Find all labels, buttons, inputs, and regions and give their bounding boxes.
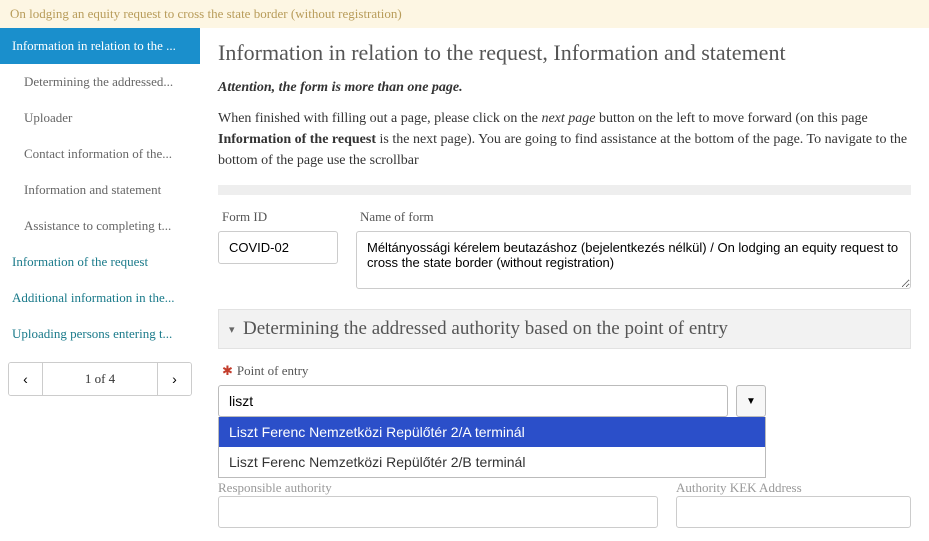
authority-kek-label: Authority KEK Address [676, 480, 911, 496]
chevron-down-icon: ▾ [229, 323, 243, 336]
banner: On lodging an equity request to cross th… [0, 0, 929, 28]
dropdown-option[interactable]: Liszt Ferenc Nemzetközi Repülőtér 2/A te… [219, 417, 765, 447]
attention-text: Attention, the form is more than one pag… [218, 80, 911, 96]
authority-kek-input[interactable] [676, 496, 911, 528]
nav-contact[interactable]: Contact information of the... [0, 136, 200, 172]
nav-info-request[interactable]: Information of the request [0, 244, 200, 280]
dropdown-option[interactable]: Liszt Ferenc Nemzetközi Repülőtér 2/B te… [219, 447, 765, 477]
nav-uploading-persons[interactable]: Uploading persons entering t... [0, 316, 200, 352]
section-header[interactable]: ▾ Determining the addressed authority ba… [218, 309, 911, 349]
required-asterisk: ✱ [222, 363, 233, 378]
main-content: Information in relation to the request, … [200, 28, 929, 540]
pager-next-button[interactable]: › [157, 363, 191, 395]
responsible-authority-input[interactable] [218, 496, 658, 528]
nav-assistance[interactable]: Assistance to completing t... [0, 208, 200, 244]
point-of-entry-dropdown: Liszt Ferenc Nemzetközi Repülőtér 2/A te… [218, 417, 766, 478]
page-title: Information in relation to the request, … [218, 40, 911, 66]
nav-info-statement[interactable]: Information and statement [0, 172, 200, 208]
nav-determining[interactable]: Determining the addressed... [0, 64, 200, 100]
pager: ‹ 1 of 4 › [8, 362, 192, 396]
form-id-input[interactable] [218, 231, 338, 264]
nav-info-relation[interactable]: Information in relation to the ... [0, 28, 200, 64]
nav-uploader[interactable]: Uploader [0, 100, 200, 136]
point-of-entry-label: ✱Point of entry [218, 363, 911, 379]
pager-label: 1 of 4 [43, 363, 157, 395]
point-of-entry-dropdown-button[interactable]: ▼ [736, 385, 766, 417]
pager-prev-button[interactable]: ‹ [9, 363, 43, 395]
sidebar: Information in relation to the ... Deter… [0, 28, 200, 540]
instructions: When finished with filling out a page, p… [218, 108, 911, 171]
point-of-entry-input[interactable] [218, 385, 728, 417]
form-name-textarea[interactable]: Méltányossági kérelem beutazáshoz (bejel… [356, 231, 911, 289]
section-title: Determining the addressed authority base… [243, 318, 728, 340]
divider [218, 185, 911, 195]
form-name-label: Name of form [356, 209, 911, 225]
form-id-label: Form ID [218, 209, 338, 225]
responsible-authority-label: Responsible authority [218, 480, 658, 496]
nav-additional[interactable]: Additional information in the... [0, 280, 200, 316]
